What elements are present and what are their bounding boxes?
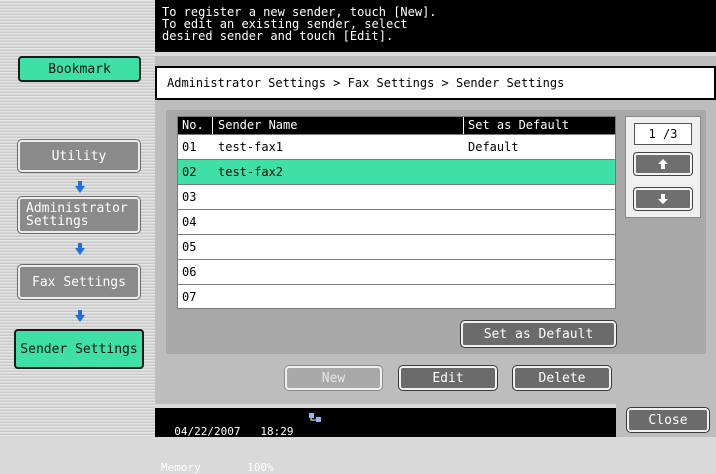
table-row[interactable]: 04 — [178, 209, 615, 234]
set-as-default-label: Set as Default — [483, 326, 594, 342]
table-row[interactable]: 07 — [178, 284, 615, 309]
arrow-down-icon — [75, 181, 85, 193]
row-default: Default — [468, 140, 519, 154]
bookmark-label: Bookmark — [48, 61, 111, 77]
delete-button[interactable]: Delete — [513, 366, 611, 390]
close-button[interactable]: Close — [627, 408, 709, 432]
network-icon — [309, 413, 321, 422]
sender-list: No. Sender Name Set as Default 01 test-fa… — [177, 116, 616, 309]
row-no: 06 — [182, 265, 197, 279]
table-row[interactable]: 05 — [178, 234, 615, 259]
arrow-down-icon — [658, 194, 668, 204]
column-header-sender-name: Sender Name — [218, 118, 298, 132]
table-row[interactable]: 06 — [178, 259, 615, 284]
column-header-set-as-default: Set as Default — [468, 118, 570, 132]
column-header-no: No. — [182, 118, 204, 132]
edit-label: Edit — [432, 370, 464, 386]
utility-label: Utility — [51, 148, 107, 164]
column-separator — [212, 117, 213, 134]
close-label: Close — [648, 412, 688, 428]
delete-label: Delete — [538, 370, 586, 386]
status-datetime: 04/22/2007 18:29 — [174, 425, 294, 438]
instruction-message: To register a new sender, touch [New]. T… — [155, 0, 716, 52]
arrow-up-icon — [658, 159, 668, 169]
administrator-settings-button[interactable]: Administrator Settings — [18, 197, 140, 233]
page-down-button[interactable] — [634, 188, 692, 210]
set-as-default-button[interactable]: Set as Default — [461, 321, 616, 347]
new-button[interactable]: New — [285, 366, 382, 390]
fax-settings-button[interactable]: Fax Settings — [18, 265, 140, 299]
bookmark-button[interactable]: Bookmark — [18, 56, 141, 82]
page-up-button[interactable] — [634, 153, 692, 175]
row-no: 04 — [182, 215, 197, 229]
row-no: 05 — [182, 240, 197, 254]
edit-button[interactable]: Edit — [399, 366, 497, 390]
breadcrumb: Administrator Settings > Fax Settings > … — [155, 66, 716, 100]
new-label: New — [321, 370, 346, 386]
sender-settings-label: Sender Settings — [20, 341, 138, 357]
utility-button[interactable]: Utility — [18, 140, 140, 172]
column-separator — [463, 117, 464, 134]
fax-settings-label: Fax Settings — [32, 274, 126, 290]
table-row[interactable]: 01 test-fax1 Default — [178, 134, 615, 159]
row-no: 07 — [182, 290, 197, 304]
arrow-down-icon — [75, 310, 85, 322]
pager: 1 /3 — [625, 116, 701, 218]
administrator-settings-label: Administrator Settings — [26, 201, 128, 229]
row-sender-name: test-fax2 — [218, 165, 284, 179]
status-bar: 04/22/2007 18:29 Memory 100% — [155, 408, 616, 474]
table-row[interactable]: 03 — [178, 184, 615, 209]
row-no: 02 — [182, 165, 197, 179]
sender-settings-button[interactable]: Sender Settings — [14, 329, 144, 369]
status-memory: Memory 100% — [161, 461, 274, 474]
row-no: 01 — [182, 140, 197, 154]
page-indicator: 1 /3 — [634, 123, 692, 145]
arrow-down-icon — [75, 243, 85, 255]
left-panel: Bookmark Utility Administrator Settings … — [0, 0, 155, 437]
row-no: 03 — [182, 190, 197, 204]
table-row[interactable]: 02 test-fax2 — [178, 159, 615, 184]
row-sender-name: test-fax1 — [218, 140, 284, 154]
list-header: No. Sender Name Set as Default — [178, 117, 615, 134]
